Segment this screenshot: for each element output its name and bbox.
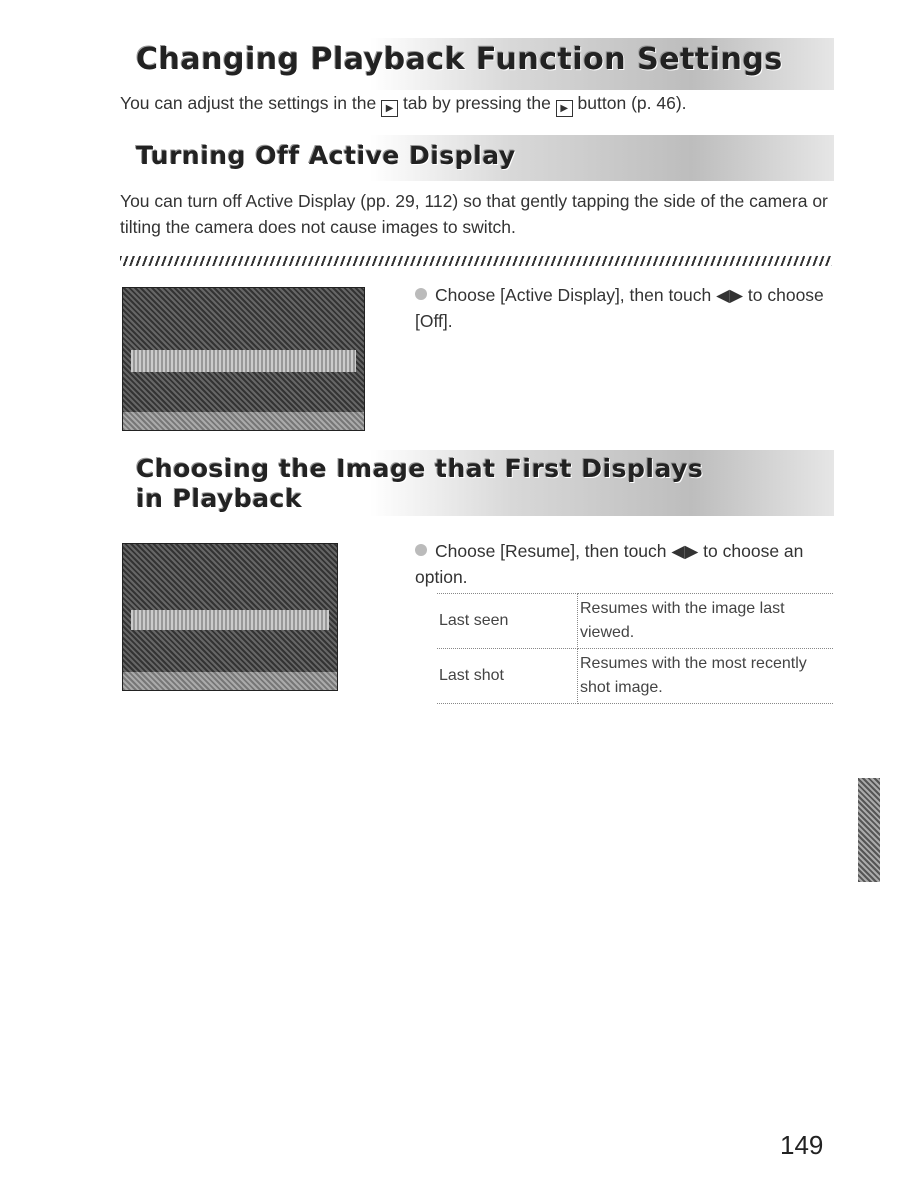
camera-screen-image <box>122 287 365 431</box>
section-body: You can turn off Active Display (pp. 29,… <box>120 191 828 237</box>
section-banner: Changing Playback Function Settings <box>120 38 834 90</box>
manual-page: Changing Playback Function Settings You … <box>0 0 918 1188</box>
section-title: Turning Off Active Display <box>136 141 516 170</box>
section-title: Choosing the Image that First Displays <box>136 454 704 483</box>
section-title: in Playback <box>136 484 303 513</box>
playback-icon: ▶ <box>381 100 399 117</box>
table-row: Last shot Resumes with the most recently … <box>437 648 833 704</box>
camera-screen-image <box>122 543 338 691</box>
section-banner: Turning Off Active Display <box>120 135 834 181</box>
playback-icon: ▶ <box>555 100 573 117</box>
options-table: Last seen Resumes with the image last vie… <box>437 593 833 704</box>
step-text: Choose [Resume], then touch ◀▶ to choose… <box>415 541 804 587</box>
chapter-tab <box>858 778 880 882</box>
divider <box>120 256 832 266</box>
step-text: Choose [Active Display], then touch ◀▶ t… <box>415 285 824 331</box>
page-number: 149 <box>780 1130 824 1160</box>
section-banner: Choosing the Image that First Displays in… <box>120 450 834 516</box>
table-row: Last seen Resumes with the image last vie… <box>437 593 833 649</box>
intro-text: You can adjust the settings in the ▶ tab… <box>120 90 840 117</box>
bullet-icon <box>415 288 427 300</box>
bullet-icon <box>415 544 427 556</box>
section-title: Changing Playback Function Settings <box>136 42 783 77</box>
